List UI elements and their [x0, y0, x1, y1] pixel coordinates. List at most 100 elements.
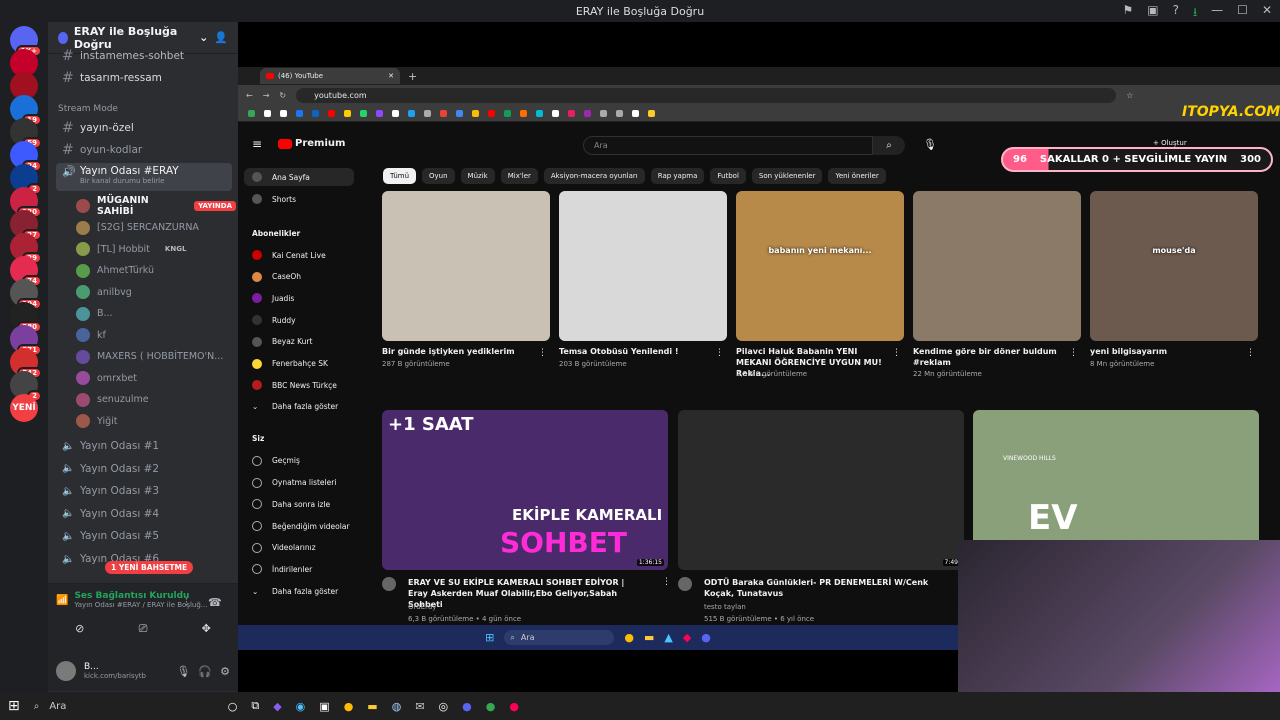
- windows-start-icon[interactable]: ⊞: [485, 631, 494, 644]
- photos-icon[interactable]: ▲: [664, 631, 672, 644]
- noise-icon[interactable]: ⫶: [185, 596, 188, 610]
- tab-close-icon[interactable]: ✕: [388, 72, 394, 80]
- bookmark-icon[interactable]: [392, 109, 399, 117]
- disconnect-icon[interactable]: ☎: [208, 596, 222, 609]
- minimize-icon[interactable]: —: [1211, 3, 1223, 24]
- short-thumbnail[interactable]: [559, 191, 727, 341]
- filter-chip[interactable]: Futbol: [710, 168, 746, 184]
- folder-icon[interactable]: ▬: [644, 631, 654, 644]
- show-more-button[interactable]: ⌄ Daha fazla göster: [244, 582, 354, 600]
- subscriptions-heading[interactable]: Abonelikler: [244, 224, 354, 242]
- activities-icon[interactable]: ✥: [202, 622, 211, 636]
- app-icon[interactable]: ◆: [683, 631, 691, 644]
- windows-start-icon[interactable]: ⊞: [8, 698, 20, 714]
- you-heading[interactable]: Siz: [244, 430, 354, 448]
- bookmark-icon[interactable]: [616, 109, 623, 117]
- subscription-item[interactable]: Beyaz Kurt: [244, 333, 354, 351]
- discord-icon[interactable]: ●: [462, 700, 472, 713]
- short-thumbnail[interactable]: [913, 191, 1081, 341]
- new-tab-icon[interactable]: +: [408, 70, 417, 83]
- app-icon[interactable]: ●: [509, 700, 519, 713]
- filter-chip[interactable]: Son yüklenenler: [751, 168, 823, 184]
- steam-icon[interactable]: ◍: [392, 700, 402, 713]
- subscription-item[interactable]: Juadis: [244, 289, 354, 307]
- voice-channel-item[interactable]: 🔈 Yayın Odası #5: [56, 526, 232, 546]
- sidebar-item[interactable]: Ana Sayfa: [244, 168, 354, 186]
- subscription-item[interactable]: CaseOh: [244, 268, 354, 286]
- subscription-item[interactable]: Ruddy: [244, 311, 354, 329]
- obs-icon[interactable]: ◎: [439, 700, 449, 713]
- flag-icon[interactable]: ⚑: [1122, 3, 1133, 24]
- channel-avatar[interactable]: [382, 577, 396, 591]
- close-icon[interactable]: ✕: [1262, 3, 1272, 24]
- headphones-icon[interactable]: 🎧: [198, 665, 212, 678]
- bookmark-icon[interactable]: [456, 109, 463, 117]
- video-title[interactable]: ERAY VE SU EKİPLE KAMERALI SOHBET EDİYOR…: [408, 577, 638, 610]
- server-icon[interactable]: YENİ: [10, 394, 38, 422]
- voice-channel-item[interactable]: 🔈 Yayın Odası #4: [56, 504, 232, 524]
- show-more-button[interactable]: ⌄ Daha fazla göster: [244, 398, 354, 416]
- search-input[interactable]: Ara: [583, 136, 873, 155]
- short-title[interactable]: Temsa Otobüsü Yenilendi !: [559, 346, 709, 357]
- filter-chip[interactable]: Müzik: [460, 168, 495, 184]
- bookmark-icon[interactable]: [280, 109, 287, 117]
- voice-search-icon[interactable]: 🎙: [923, 138, 937, 151]
- bookmark-icon[interactable]: [584, 109, 591, 117]
- new-mention-pill[interactable]: 1 YENİ BAHSETME: [105, 561, 194, 574]
- channel-item[interactable]: # tasarım-ressam: [56, 68, 232, 88]
- bookmark-icon[interactable]: [552, 109, 559, 117]
- voice-user[interactable]: kf: [76, 325, 236, 345]
- bookmark-icon[interactable]: [536, 109, 543, 117]
- menu-icon[interactable]: ≡: [252, 137, 262, 151]
- filter-chip[interactable]: Oyun: [422, 168, 455, 184]
- bookmark-icon[interactable]: [632, 109, 639, 117]
- folder-icon[interactable]: ▬: [367, 700, 377, 713]
- bookmark-icon[interactable]: [312, 109, 319, 117]
- download-icon[interactable]: ⭳: [1193, 3, 1197, 24]
- bookmark-icon[interactable]: [600, 109, 607, 117]
- voice-user[interactable]: anilbvg: [76, 282, 236, 302]
- video-title[interactable]: ODTÜ Baraka Günlükleri- PR DENEMELERİ W/…: [704, 577, 934, 599]
- short-title[interactable]: Bir günde iştiyken yediklerim: [382, 346, 532, 357]
- filter-chip[interactable]: Yeni öneriler: [828, 168, 886, 184]
- filter-chip[interactable]: Tümü: [383, 168, 417, 184]
- filter-chip[interactable]: Mix'ler: [500, 168, 538, 184]
- bookmark-icon[interactable]: [504, 109, 511, 117]
- app-icon[interactable]: ✉: [415, 700, 424, 713]
- chrome-icon[interactable]: ●: [624, 631, 634, 644]
- more-options-icon[interactable]: ⋮: [715, 348, 724, 358]
- more-options-icon[interactable]: ⋮: [538, 348, 547, 358]
- inbox-icon[interactable]: ▣: [1147, 3, 1158, 24]
- bookmark-icon[interactable]: [248, 109, 255, 117]
- short-title[interactable]: yeni bilgisayarım: [1090, 346, 1240, 357]
- voice-user[interactable]: Yiğit: [76, 411, 236, 431]
- short-thumbnail[interactable]: babanın yeni mekanı...: [736, 191, 904, 341]
- subscription-item[interactable]: Kai Cenat Live: [244, 246, 354, 264]
- voice-user[interactable]: [TL] Hobbit KNGL: [76, 239, 236, 259]
- category-label[interactable]: Stream Mode: [58, 104, 118, 114]
- avatar[interactable]: [56, 661, 76, 681]
- bookmark-icon[interactable]: [520, 109, 527, 117]
- sidebar-item[interactable]: Oynatma listeleri: [244, 474, 354, 492]
- sidebar-item[interactable]: İndirilenler: [244, 560, 354, 578]
- copilot-icon[interactable]: ◉: [296, 700, 306, 713]
- video-channel[interactable]: testo taylan: [704, 603, 746, 611]
- url-field[interactable]: youtube.com: [296, 87, 1117, 103]
- bookmark-icon[interactable]: [408, 109, 415, 117]
- bookmark-icon[interactable]: [568, 109, 575, 117]
- voice-channel-item[interactable]: 🔈 Yayın Odası #2: [56, 459, 232, 479]
- filter-chip[interactable]: Aksiyon-macera oyunları: [543, 168, 645, 184]
- task-view-icon[interactable]: ○: [228, 700, 238, 713]
- voice-user[interactable]: [S2G] SERCANZURNA: [76, 218, 236, 238]
- sidebar-item[interactable]: Beğendiğim videolar: [244, 517, 354, 535]
- sidebar-item[interactable]: Daha sonra izle: [244, 495, 354, 513]
- more-options-icon[interactable]: ⋮: [662, 577, 671, 587]
- youtube-logo[interactable]: Premium: [278, 138, 345, 149]
- video-thumbnail[interactable]: +1 SAAT EKİPLE KAMERALI SOHBET 1:36:15: [382, 410, 668, 570]
- bookmark-icon[interactable]: [488, 109, 495, 117]
- bookmark-icon[interactable]: [264, 109, 271, 117]
- subscription-item[interactable]: Fenerbahçe SK: [244, 355, 354, 373]
- discord-icon[interactable]: ●: [701, 631, 711, 644]
- widgets-icon[interactable]: ⧉: [251, 699, 259, 713]
- app-icon[interactable]: ◆: [273, 700, 281, 713]
